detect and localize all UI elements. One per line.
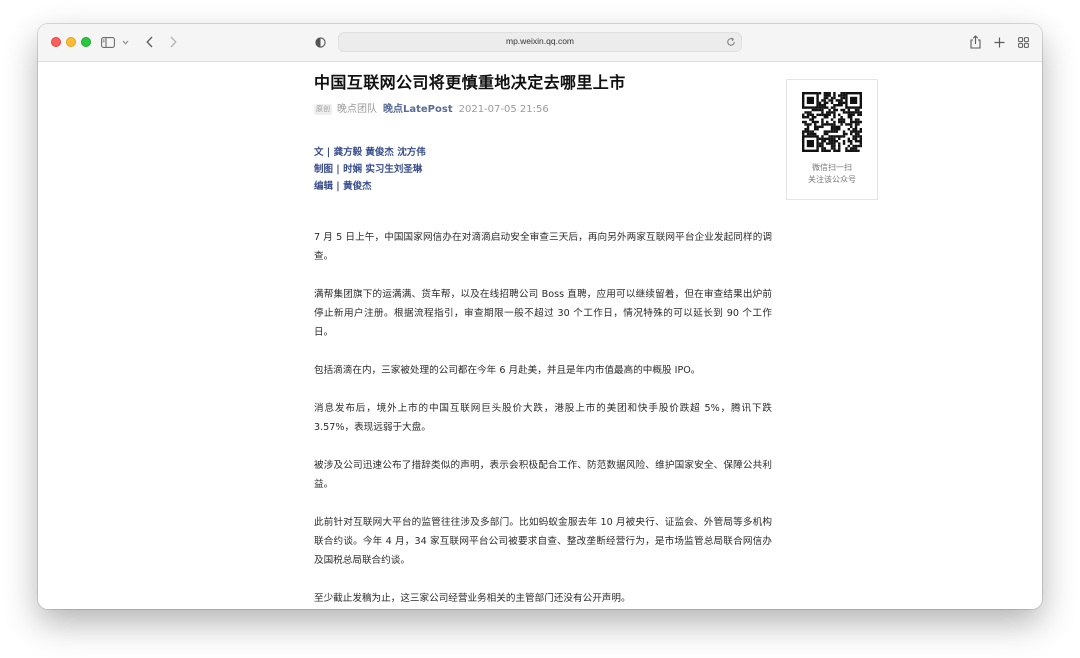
chevron-down-icon[interactable] xyxy=(120,33,130,51)
qr-code-image xyxy=(802,92,862,152)
back-arrow-icon[interactable] xyxy=(143,33,155,51)
original-tag: 原创 xyxy=(314,104,332,115)
plus-icon[interactable] xyxy=(992,33,1006,51)
zoom-window-button[interactable] xyxy=(81,37,91,47)
article-paragraph: 此前针对互联网大平台的监管往往涉及多部门。比如蚂蚁金服去年 10 月被央行、证监… xyxy=(314,517,772,566)
page-content: 中国互联网公司将更慎重地决定去哪里上市 原创 晚点团队 晚点LatePost 2021… xyxy=(38,62,1042,609)
article-paragraph: 包括滴滴在内，三家被处理的公司都在今年 6 月赴美，并且是年内市值最高的中概股 … xyxy=(314,365,701,376)
browser-toolbar: mp.weixin.qq.com xyxy=(38,24,1042,62)
article-credits: 文 | 龚方毅 黄俊杰 沈方伟 制图 | 时娴 实习生刘圣琳 编辑 | 黄俊杰 xyxy=(314,144,774,195)
qr-code-panel: 微信扫一扫 关注该公众号 xyxy=(786,79,878,200)
browser-window: mp.weixin.qq.com 中国互联网公司将更慎重地决定去哪里上市 原创晚… xyxy=(38,24,1042,609)
publish-date: 2021-07-05 21:56 xyxy=(458,104,549,115)
article-paragraph: 消息发布后，境外上市的中国互联网巨头股价大跌，港股上市的美团和快手股价跌超 5%… xyxy=(314,403,772,433)
qr-caption: 微信扫一扫 关注该公众号 xyxy=(787,162,877,186)
share-icon[interactable] xyxy=(968,33,982,51)
credit-line: 文 | 龚方毅 黄俊杰 沈方伟 xyxy=(314,147,426,158)
tab-overview-icon[interactable] xyxy=(1016,33,1030,51)
close-window-button[interactable] xyxy=(51,37,61,47)
article-paragraph: 被涉及公司迅速公布了措辞类似的声明，表示会积极配合工作、防范数据风险、维护国家安… xyxy=(314,460,772,490)
article-title: 中国互联网公司将更慎重地决定去哪里上市 xyxy=(314,73,626,92)
article: 中国互联网公司将更慎重地决定去哪里上市 原创 晚点团队 晚点LatePost 2021… xyxy=(314,72,774,608)
sidebar-icon[interactable] xyxy=(100,33,116,51)
qr-caption-line: 关注该公众号 xyxy=(808,175,856,184)
credit-line: 制图 | 时娴 实习生刘圣琳 xyxy=(314,164,423,175)
article-paragraph: 7 月 5 日上午，中国国家网信办在对滴滴启动安全审查三天后，再向另外两家互联网… xyxy=(314,232,772,262)
article-paragraph: 至少截止发稿为止，这三家公司经营业务相关的主管部门还没有公开声明。 xyxy=(314,593,631,604)
article-paragraph: 满帮集团旗下的运满满、货车帮，以及在线招聘公司 Boss 直聘，应用可以继续留着… xyxy=(314,289,772,338)
qr-caption-line: 微信扫一扫 xyxy=(812,163,852,172)
article-author: 晚点团队 xyxy=(337,104,377,115)
minimize-window-button[interactable] xyxy=(66,37,76,47)
privacy-shield-icon[interactable] xyxy=(314,33,326,51)
credit-line: 编辑 | 黄俊杰 xyxy=(314,181,372,192)
url-text: mp.weixin.qq.com xyxy=(505,36,575,46)
address-bar[interactable]: mp.weixin.qq.com xyxy=(338,32,742,52)
article-meta: 原创 晚点团队 晚点LatePost 2021-07-05 21:56 xyxy=(314,103,774,117)
forward-arrow-icon[interactable] xyxy=(167,33,179,51)
reload-icon[interactable] xyxy=(725,35,737,49)
account-link[interactable]: 晚点LatePost xyxy=(383,104,453,115)
